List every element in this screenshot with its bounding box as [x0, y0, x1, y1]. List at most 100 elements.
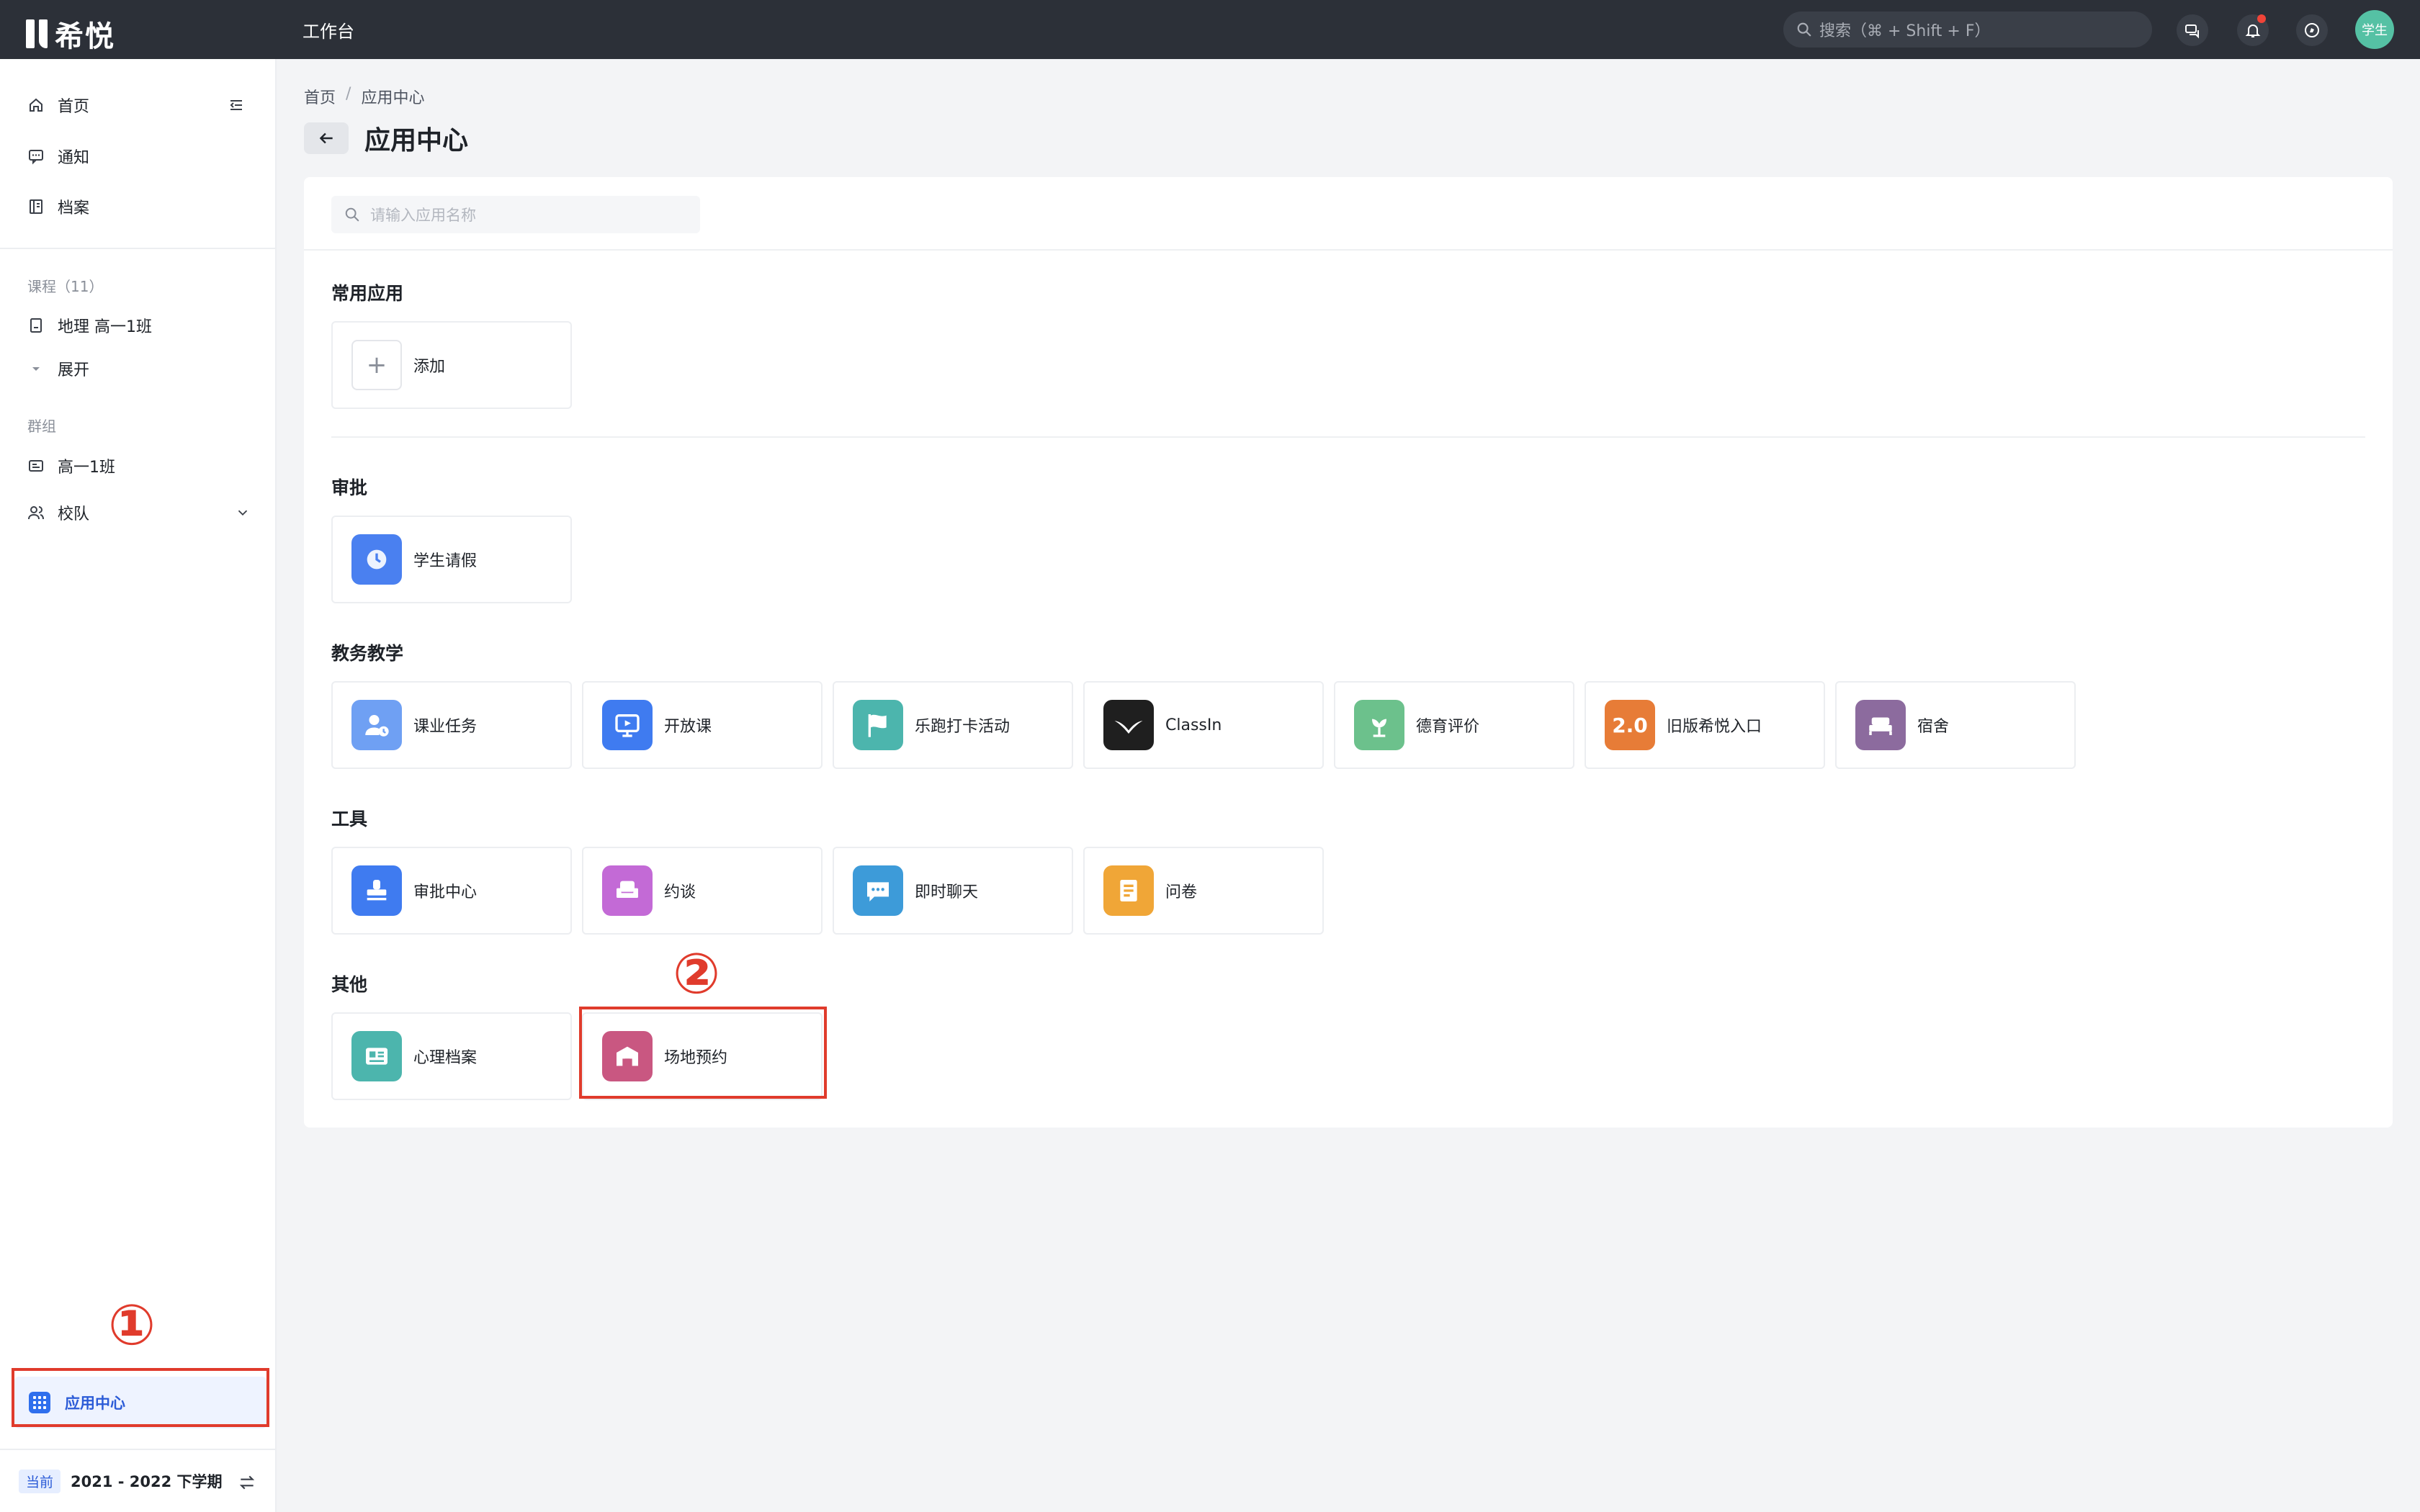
sidebar: 首页 通知 档案 课程（11） 地理 高一1班 展开 群组 高一1班 校队 ① …	[0, 59, 277, 1512]
app-label: 审批中心	[413, 883, 478, 901]
app-label: 宿舍	[1917, 718, 1950, 736]
global-search-placeholder: 搜索（⌘ + Shift + F）	[1819, 22, 1991, 40]
app-label: 开放课	[664, 718, 712, 736]
workbench-title[interactable]: 工作台	[302, 17, 354, 42]
screen-play-icon	[602, 700, 653, 750]
chat-bubble-icon	[853, 865, 903, 916]
questionnaire-icon	[1103, 865, 1154, 916]
chevron-down-icon	[238, 510, 248, 516]
annotation-step-2: ②	[673, 942, 721, 1007]
group-divider	[331, 436, 2365, 438]
sidebar-item-notifications[interactable]: 通知	[27, 142, 89, 171]
arrow-left-icon	[319, 132, 333, 144]
caret-down-icon	[32, 367, 40, 371]
app-label: 学生请假	[413, 552, 478, 570]
current-term-badge: 当前	[19, 1469, 61, 1493]
courses-section-label: 课程（11）	[27, 278, 104, 295]
message-center-button[interactable]	[2177, 14, 2208, 46]
annotation-box-1	[12, 1368, 269, 1427]
panel-divider	[304, 249, 2393, 251]
expand-courses-button[interactable]: 展开	[27, 354, 89, 383]
app-label: 心理档案	[413, 1049, 478, 1067]
flag-icon	[853, 700, 903, 750]
swap-icon[interactable]	[238, 1473, 256, 1492]
app-center-panel: 请输入应用名称 常用应用 + 添加 审批 学生请假 教务教学 课业任务 开放课 …	[304, 177, 2393, 1128]
sidebar-item-course[interactable]: 地理 高一1班	[27, 311, 152, 340]
sidebar-item-label: 通知	[58, 149, 90, 167]
app-tile-open-course[interactable]: 开放课	[582, 681, 823, 769]
sidebar-item-archive[interactable]: 档案	[27, 192, 89, 221]
chat-seat-icon	[602, 865, 653, 916]
page-title: 应用中心	[364, 126, 469, 156]
user-clock-icon	[351, 700, 402, 750]
version-2-icon: 2.0	[1605, 700, 1655, 750]
sidebar-item-label: 首页	[58, 98, 90, 116]
app-search-placeholder: 请输入应用名称	[370, 207, 476, 224]
sidebar-item-school-team[interactable]: 校队	[27, 498, 251, 527]
app-label: 旧版希悦入口	[1667, 718, 1762, 736]
sidebar-item-label: 校队	[58, 505, 90, 523]
book-icon	[30, 318, 42, 333]
sidebar-item-label: 地理 高一1班	[58, 318, 152, 336]
group-title-tools: 工具	[331, 809, 368, 829]
current-term-text: 2021 - 2022 下学期	[71, 1473, 223, 1490]
app-tile-legacy-entry[interactable]: 2.0 旧版希悦入口	[1585, 681, 1825, 769]
app-tile-approval-center[interactable]: 审批中心	[331, 847, 572, 935]
classin-bird-icon	[1103, 700, 1154, 750]
sidebar-item-label: 高一1班	[58, 459, 115, 477]
app-tile-questionnaire[interactable]: 问卷	[1083, 847, 1324, 935]
app-tile-instant-chat[interactable]: 即时聊天	[833, 847, 1073, 935]
app-tile-classin[interactable]: ClassIn	[1083, 681, 1324, 769]
app-label: ClassIn	[1165, 716, 1222, 734]
message-icon	[29, 150, 43, 165]
logo-text: 希悦	[55, 20, 115, 53]
app-label: 添加	[413, 358, 446, 376]
chat-icon	[2185, 24, 2199, 39]
groups-section-label: 群组	[27, 418, 56, 435]
app-label: 课业任务	[413, 718, 478, 736]
app-label: 乐跑打卡活动	[915, 718, 1010, 736]
group-title-other: 其他	[331, 974, 368, 995]
search-icon	[345, 207, 359, 222]
plant-icon	[1354, 700, 1404, 750]
logo-icon	[26, 19, 48, 48]
collapse-sidebar-icon[interactable]	[228, 96, 245, 114]
annotation-box-2	[579, 1007, 827, 1099]
app-label: 德育评价	[1416, 718, 1480, 736]
app-search-input[interactable]: 请输入应用名称	[331, 196, 700, 233]
bed-icon	[1855, 700, 1906, 750]
breadcrumb: 首页 / 应用中心	[304, 85, 424, 108]
app-tile-psych-archive[interactable]: 心理档案	[331, 1012, 572, 1100]
sidebar-item-class-group[interactable]: 高一1班	[27, 451, 115, 480]
app-tile-interview[interactable]: 约谈	[582, 847, 823, 935]
term-switcher[interactable]: 当前 2021 - 2022 下学期	[0, 1449, 275, 1512]
group-title-approval: 审批	[331, 477, 368, 498]
user-avatar[interactable]: 学生	[2355, 10, 2394, 49]
plus-icon: +	[351, 340, 402, 390]
app-tile-homework[interactable]: 课业任务	[331, 681, 572, 769]
top-bar: 希悦 工作台 搜索（⌘ + Shift + F） 学生	[0, 0, 2420, 59]
notification-button[interactable]	[2237, 14, 2269, 46]
app-label: 问卷	[1165, 883, 1198, 901]
sidebar-divider	[0, 248, 275, 249]
breadcrumb-home-link[interactable]: 首页	[304, 85, 336, 108]
annotation-step-1: ①	[108, 1293, 156, 1358]
class-card-icon	[29, 460, 43, 472]
back-button[interactable]	[304, 122, 349, 154]
app-tile-dormitory[interactable]: 宿舍	[1835, 681, 2076, 769]
group-title-teaching: 教务教学	[331, 643, 404, 664]
compass-icon	[2305, 23, 2319, 37]
people-icon	[28, 506, 44, 520]
sidebar-item-home[interactable]: 首页	[27, 91, 89, 120]
app-tile-student-leave[interactable]: 学生请假	[331, 516, 572, 603]
help-button[interactable]	[2296, 14, 2328, 46]
logo[interactable]: 希悦	[26, 13, 115, 55]
app-label: 约谈	[664, 883, 696, 901]
expand-label: 展开	[58, 361, 90, 379]
add-app-button[interactable]: + 添加	[331, 321, 572, 409]
search-icon	[1797, 22, 1811, 37]
app-tile-running-checkin[interactable]: 乐跑打卡活动	[833, 681, 1073, 769]
app-tile-moral-evaluation[interactable]: 德育评价	[1334, 681, 1574, 769]
unread-dot	[2257, 14, 2266, 23]
global-search-input[interactable]: 搜索（⌘ + Shift + F）	[1783, 12, 2152, 48]
